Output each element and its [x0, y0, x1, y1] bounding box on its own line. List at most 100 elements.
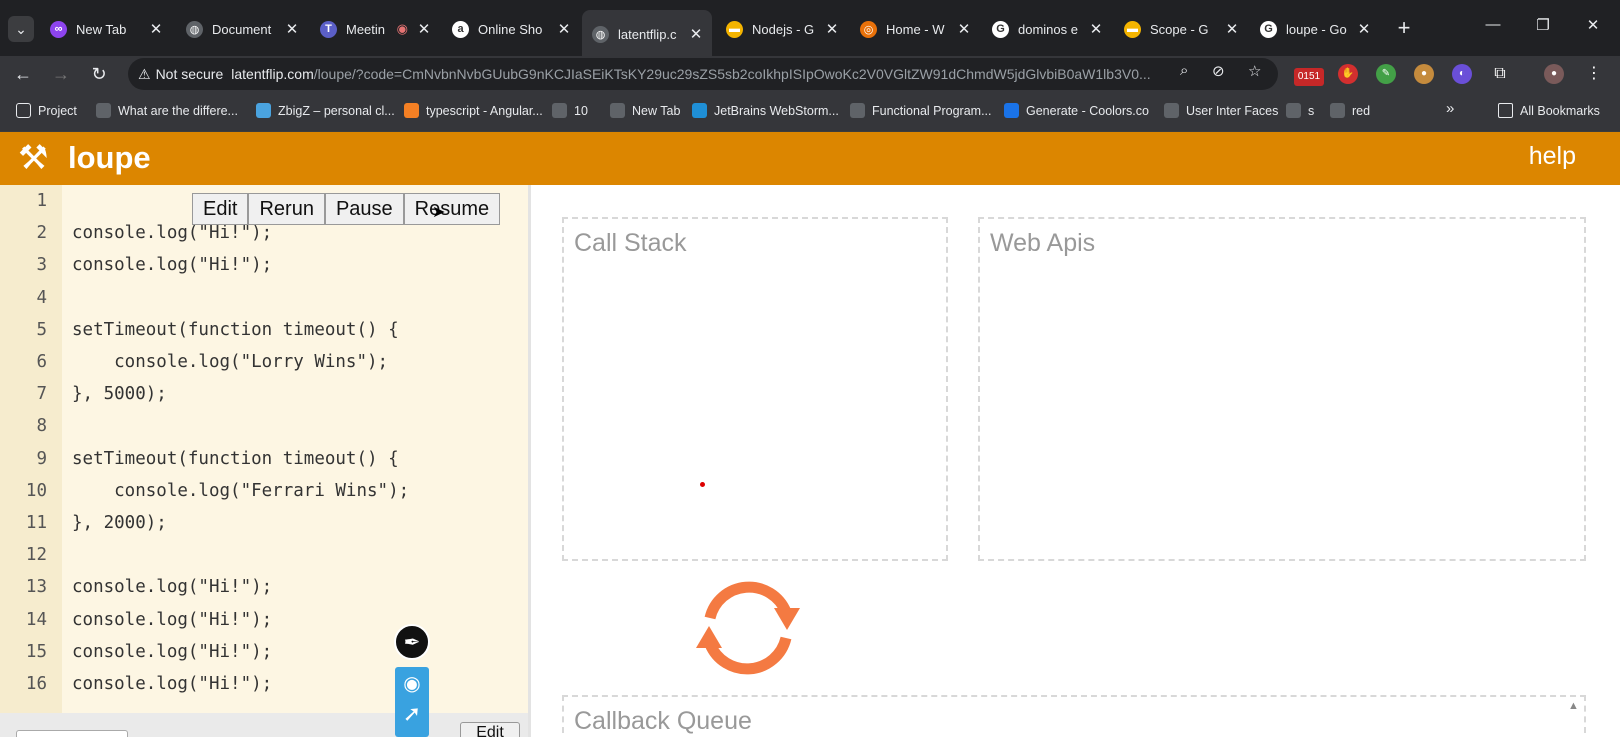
color-extension-icon[interactable]: ✎ — [1376, 64, 1396, 84]
code-line[interactable]: 11}, 2000); — [0, 507, 520, 540]
tab-title: loupe - Go — [1286, 21, 1347, 37]
code-line[interactable]: 15 console.log("Hi!"); — [0, 636, 520, 669]
tab-10[interactable]: Gloupe - Go ✕ — [1250, 14, 1380, 44]
code-line[interactable]: 12 — [0, 539, 520, 572]
close-tab-icon[interactable]: ✕ — [1222, 20, 1242, 38]
pause-button[interactable]: Pause — [324, 193, 404, 225]
code-line[interactable]: 4 — [0, 282, 520, 315]
bookmark-item[interactable]: What are the differe... — [96, 103, 238, 118]
profile-avatar[interactable]: ● — [1544, 64, 1564, 84]
close-tab-icon[interactable]: ✕ — [146, 20, 166, 38]
address-bar[interactable]: ⚠ Not secure latentflip.com/loupe/?code=… — [128, 58, 1278, 90]
close-tab-icon[interactable]: ✕ — [414, 20, 434, 38]
code-line[interactable]: 13 console.log("Hi!"); — [0, 571, 520, 604]
bookmark-item[interactable]: s — [1286, 103, 1314, 118]
bookmarks-overflow-button[interactable]: » — [1446, 100, 1454, 117]
close-window-button[interactable]: ✕ — [1578, 16, 1608, 34]
tab-9[interactable]: ▬ Scope - G ✕ — [1114, 14, 1248, 44]
zoom-icon[interactable]: ⌕ — [1180, 62, 1188, 79]
all-bookmarks-button[interactable]: All Bookmarks — [1498, 103, 1600, 118]
tab-title: Home - W — [886, 21, 945, 37]
code-line[interactable]: 9 setTimeout(function timeout() { — [0, 443, 520, 476]
bookmark-item[interactable]: Generate - Coolors.co — [1004, 103, 1149, 118]
app-title[interactable]: loupe — [68, 140, 151, 176]
tab-title: Scope - G — [1150, 21, 1209, 37]
globe-icon: ◍ — [592, 25, 609, 43]
rerun-button[interactable]: Rerun — [248, 193, 325, 225]
jetbrains-icon — [692, 103, 707, 118]
bookmark-item[interactable]: User Inter Faces — [1164, 103, 1278, 118]
bookmark-item[interactable]: Functional Program... — [850, 103, 992, 118]
editor-divider[interactable] — [528, 185, 531, 737]
tab-5[interactable]: ◍ latentflip.c ✕ — [582, 10, 712, 56]
extensions-puzzle-icon[interactable]: ⧉ — [1490, 64, 1510, 84]
code-line[interactable]: 10 console.log("Ferrari Wins"); — [0, 475, 520, 508]
tab-title: Meetin — [346, 21, 386, 37]
tab-6[interactable]: ▬ Nodejs - G ✕ — [716, 14, 848, 44]
pen-tool-icon[interactable]: ✒ — [394, 624, 430, 660]
code-line[interactable]: 5 setTimeout(function timeout() { — [0, 314, 520, 347]
tab-3[interactable]: T Meetin ◉ ✕ — [310, 14, 440, 44]
bookmark-item[interactable]: 10 — [552, 103, 588, 118]
bottom-edit-button[interactable]: Edit — [460, 722, 520, 737]
code-editor[interactable]: 1 2 console.log("Hi!"); 3 console.log("Hi!")… — [0, 185, 528, 737]
close-tab-icon[interactable]: ✕ — [686, 25, 706, 43]
new-tab-button[interactable]: + — [1392, 16, 1416, 40]
forward-button[interactable]: → — [48, 61, 74, 87]
eye-icon[interactable]: ◉ — [395, 671, 429, 699]
bookmark-item[interactable]: typescript - Angular... — [404, 103, 543, 118]
tab-search-button[interactable]: ⌄ — [8, 16, 34, 42]
bookmark-item[interactable]: New Tab — [610, 103, 680, 118]
help-link[interactable]: help — [1529, 142, 1576, 171]
scroll-up-arrow-icon[interactable]: ▲ — [1568, 700, 1579, 712]
recording-icon: ◉ — [396, 21, 408, 36]
bookmark-label: Generate - Coolors.co — [1026, 103, 1149, 118]
bookmark-icon — [552, 103, 567, 118]
purple-extension-icon[interactable]: ◐ — [1452, 64, 1472, 84]
bookmark-item[interactable]: red — [1330, 103, 1370, 118]
app-header: ⚒ loupe help — [0, 132, 1620, 185]
menu-kebab-icon[interactable]: ⋮ — [1584, 64, 1604, 84]
tab-2[interactable]: ◍ Document ✕ — [176, 14, 308, 44]
restore-button[interactable]: ❐ — [1528, 16, 1558, 34]
minimize-button[interactable]: — — [1478, 16, 1508, 33]
hand-extension-icon[interactable]: ✋ — [1338, 64, 1358, 84]
tab-1[interactable]: ∞ New Tab ✕ — [40, 14, 172, 44]
bookmark-item[interactable]: Project — [16, 103, 77, 118]
code-line[interactable]: 14 console.log("Hi!"); — [0, 604, 520, 637]
bookmark-label: red — [1352, 103, 1371, 118]
code-line[interactable]: 16 console.log("Hi!"); — [0, 668, 520, 701]
resume-button[interactable]: Resume — [403, 193, 501, 225]
bookmark-icon — [1164, 103, 1179, 118]
bookmark-item[interactable]: JetBrains WebStorm... — [692, 103, 839, 118]
eye-off-icon[interactable]: ⊘ — [1212, 62, 1225, 80]
tab-7[interactable]: ◎ Home - W ✕ — [850, 14, 980, 44]
mail-extension-badge[interactable]: 0151 — [1294, 68, 1324, 86]
cookie-extension-icon[interactable]: ● — [1414, 64, 1434, 84]
tab-title: dominos e — [1018, 21, 1078, 37]
code-line[interactable]: 7}, 5000); — [0, 378, 520, 411]
bookmark-label: 10 — [574, 103, 588, 118]
close-tab-icon[interactable]: ✕ — [1354, 20, 1374, 38]
tab-4[interactable]: a Online Sho ✕ — [442, 14, 580, 44]
not-secure-chip[interactable]: ⚠ Not secure — [138, 66, 223, 83]
line-number: 7 — [36, 384, 47, 405]
code-line[interactable]: 3 console.log("Hi!"); — [0, 249, 520, 282]
close-tab-icon[interactable]: ✕ — [554, 20, 574, 38]
reload-button[interactable]: ↻ — [86, 61, 112, 87]
line-number: 6 — [36, 352, 47, 372]
back-button[interactable]: ← — [10, 61, 36, 87]
bookmark-star-icon[interactable]: ☆ — [1248, 62, 1261, 80]
code-line[interactable]: 6 console.log("Lorry Wins"); — [0, 346, 520, 379]
close-tab-icon[interactable]: ✕ — [822, 20, 842, 38]
bookmark-icon — [1286, 103, 1301, 118]
tab-8[interactable]: Gdominos e ✕ — [982, 14, 1112, 44]
bottom-input[interactable] — [16, 730, 128, 737]
bookmark-item[interactable]: ZbigZ – personal cl... — [256, 103, 395, 118]
code-line[interactable]: 8 — [0, 410, 520, 443]
close-tab-icon[interactable]: ✕ — [954, 20, 974, 38]
edit-button[interactable]: Edit — [192, 193, 249, 225]
cursor-tool-icon[interactable]: ➚ — [395, 701, 429, 733]
close-tab-icon[interactable]: ✕ — [282, 20, 302, 38]
close-tab-icon[interactable]: ✕ — [1086, 20, 1106, 38]
